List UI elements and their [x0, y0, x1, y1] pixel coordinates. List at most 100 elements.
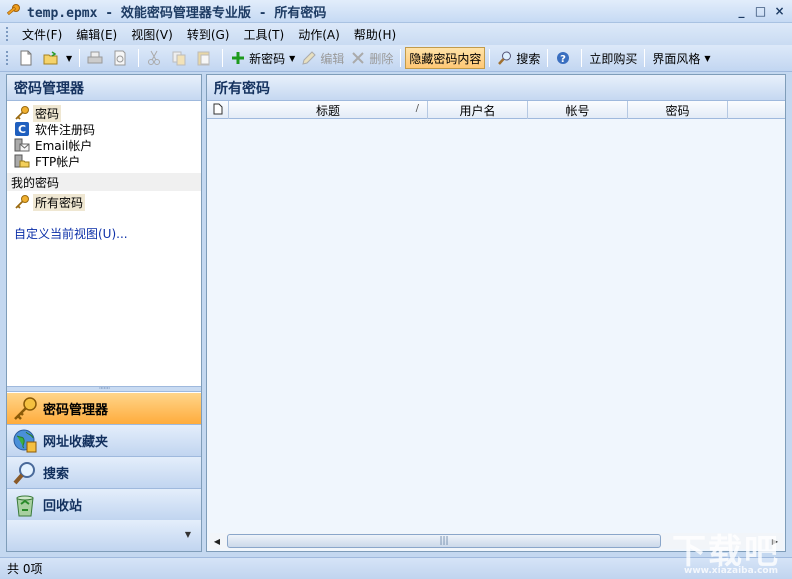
navigation-pane-title: 密码管理器	[7, 75, 201, 101]
nav-search[interactable]: 搜索	[7, 457, 201, 489]
chevron-down-icon[interactable]: ▼	[185, 530, 191, 539]
toolbar-separator	[644, 49, 646, 67]
open-folder-icon	[43, 50, 59, 66]
menu-grip	[6, 27, 9, 41]
paste-button[interactable]	[193, 47, 218, 69]
menu-goto[interactable]: 转到(G)	[180, 26, 237, 43]
column-title[interactable]: 标题 /	[229, 101, 428, 119]
tree-item-label: 所有密码	[33, 193, 86, 211]
toolbar: ▼ 新密码 ▼ 编辑 删除 隐藏密码内容 搜索 ? 立即购买 界面风格 ▼	[0, 45, 792, 72]
globe-icon	[12, 428, 38, 454]
tree-item-label: 软件注册码	[35, 122, 96, 137]
pane-splitter[interactable]: ·······	[7, 385, 201, 393]
column-username[interactable]: 用户名	[428, 101, 528, 119]
key-icon	[14, 194, 30, 210]
content-pane-title: 所有密码	[207, 75, 785, 101]
document-icon	[213, 103, 223, 118]
toolbar-separator	[581, 49, 583, 67]
minimize-button[interactable]: _	[733, 3, 750, 18]
tree-item-software[interactable]: C 软件注册码	[7, 121, 201, 137]
column-account[interactable]: 帐号	[528, 101, 628, 119]
software-icon: C	[14, 121, 30, 137]
menu-actions[interactable]: 动作(A)	[291, 26, 347, 43]
navigation-pane: 密码管理器 密码 C 软件注册码 Email帐户 FTP帐户 我的密码 所有密码…	[6, 74, 202, 552]
toolbar-separator	[222, 49, 224, 67]
sort-indicator: /	[415, 103, 419, 114]
tree-item-ftp[interactable]: FTP帐户	[7, 153, 201, 169]
svg-text:?: ?	[560, 54, 566, 65]
column-username-label: 用户名	[459, 103, 496, 118]
open-button[interactable]: ▼	[40, 47, 75, 69]
svg-text:C: C	[18, 123, 26, 136]
toolbar-grip	[6, 51, 9, 65]
copy-icon	[171, 50, 187, 66]
nav-password-manager[interactable]: 密码管理器	[7, 393, 201, 425]
menu-help[interactable]: 帮助(H)	[347, 26, 403, 43]
tree-item-label: Email帐户	[35, 138, 93, 153]
chevron-down-icon[interactable]: ▼	[704, 54, 710, 63]
tree-item-email[interactable]: Email帐户	[7, 137, 201, 153]
title-bar: temp.epmx - 效能密码管理器专业版 - 所有密码 _ □ ×	[0, 0, 792, 23]
theme-label: 界面风格	[652, 51, 701, 66]
nav-label: 网址收藏夹	[43, 435, 109, 450]
new-password-button[interactable]: 新密码 ▼	[227, 47, 298, 69]
customize-view-link[interactable]: 自定义当前视图(U)...	[7, 225, 201, 242]
menu-tools[interactable]: 工具(T)	[236, 26, 291, 43]
printer-icon	[87, 50, 103, 66]
toolbar-separator	[400, 49, 402, 67]
tree-item-passwords[interactable]: 密码	[7, 104, 201, 122]
column-title-label: 标题	[315, 103, 340, 118]
nav-recycle-bin[interactable]: 回收站	[7, 489, 201, 521]
ftp-icon	[14, 153, 30, 169]
key-icon	[14, 105, 30, 121]
delete-label: 删除	[369, 51, 394, 66]
menu-file[interactable]: 文件(F)	[15, 26, 69, 43]
menu-edit[interactable]: 编辑(E)	[69, 26, 124, 43]
paste-icon	[196, 50, 212, 66]
scroll-left-arrow-icon[interactable]: ◀	[209, 533, 225, 549]
delete-x-icon	[350, 50, 366, 66]
plus-icon	[230, 50, 246, 66]
hide-password-content-button[interactable]: 隐藏密码内容	[405, 47, 486, 69]
scrollbar-thumb[interactable]: |||	[227, 534, 661, 548]
theme-button[interactable]: 界面风格 ▼	[649, 47, 713, 69]
copy-button[interactable]	[168, 47, 193, 69]
nav-overflow-bar[interactable]: ▼	[7, 520, 201, 551]
column-password-label: 密码	[665, 103, 690, 118]
nav-label: 搜索	[43, 467, 70, 482]
new-file-button[interactable]	[15, 47, 40, 69]
toolbar-separator	[489, 49, 491, 67]
menu-bar: 文件(F) 编辑(E) 视图(V) 转到(G) 工具(T) 动作(A) 帮助(H…	[0, 23, 792, 45]
column-account-label: 帐号	[565, 103, 590, 118]
nav-label: 密码管理器	[43, 403, 109, 418]
magnifier-icon	[12, 460, 38, 486]
help-icon: ?	[555, 50, 571, 66]
recycle-bin-icon	[12, 492, 38, 518]
tree-item-all-passwords[interactable]: 所有密码	[7, 193, 201, 211]
nav-bookmarks[interactable]: 网址收藏夹	[7, 425, 201, 457]
menu-view[interactable]: 视图(V)	[124, 26, 180, 43]
maximize-button[interactable]: □	[752, 3, 769, 18]
toolbar-separator	[79, 49, 81, 67]
category-tree: 密码 C 软件注册码 Email帐户 FTP帐户	[7, 101, 201, 169]
help-button[interactable]: ?	[552, 47, 577, 69]
buy-now-button[interactable]: 立即购买	[586, 47, 640, 69]
key-icon	[12, 396, 38, 422]
grid-header: 标题 / 用户名 帐号 密码	[207, 101, 785, 119]
item-count: 共 0项	[7, 562, 43, 576]
print-button[interactable]	[84, 47, 109, 69]
column-icon[interactable]	[207, 101, 229, 119]
search-icon	[497, 50, 513, 66]
delete-button[interactable]: 删除	[347, 47, 396, 69]
nav-label: 回收站	[43, 499, 83, 514]
edit-button[interactable]: 编辑	[298, 47, 347, 69]
cut-button[interactable]	[143, 47, 168, 69]
column-password[interactable]: 密码	[628, 101, 728, 119]
print-preview-button[interactable]	[109, 47, 134, 69]
chevron-down-icon[interactable]: ▼	[66, 54, 72, 63]
search-button[interactable]: 搜索	[494, 47, 543, 69]
chevron-down-icon[interactable]: ▼	[289, 54, 295, 63]
pencil-icon	[301, 50, 317, 66]
tree-item-label: 密码	[33, 104, 62, 122]
close-button[interactable]: ×	[771, 3, 788, 18]
